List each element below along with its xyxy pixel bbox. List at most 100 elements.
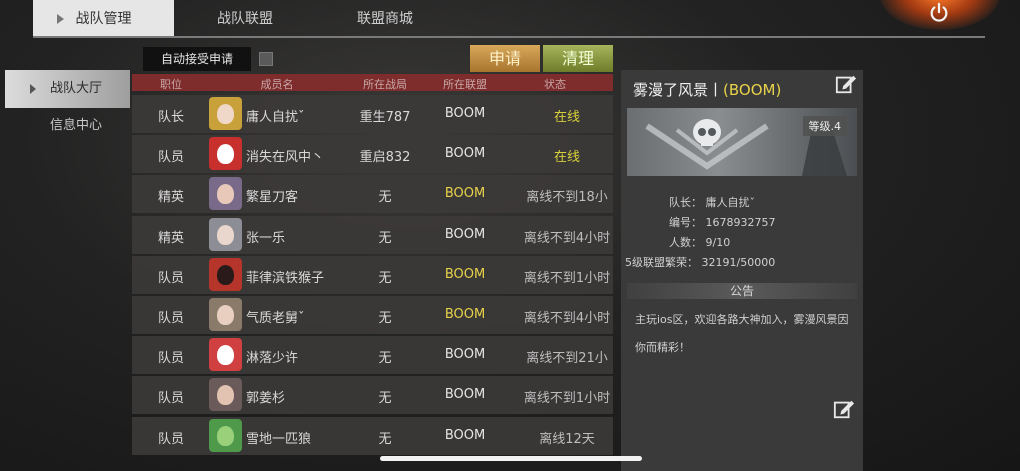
column-header-alliance: 所在联盟 — [443, 78, 487, 91]
avatar-face — [217, 305, 234, 325]
column-header-role: 职位 — [160, 78, 182, 91]
member-count-value: 9/10 — [705, 236, 731, 249]
table-row[interactable]: 队员 气质老舅ˇ 无 BOOM 离线不到4小时 — [132, 296, 613, 334]
edit-icon[interactable] — [835, 73, 857, 95]
member-role: 精英 — [157, 230, 184, 246]
member-status: 离线不到1小时 — [523, 270, 611, 286]
notice-line: 主玩ios区，欢迎各路大神加入，雾漫风景因 — [635, 313, 849, 326]
member-status: 在线 — [553, 110, 580, 125]
avatar[interactable] — [209, 298, 242, 331]
member-status: 离线不到4小时 — [523, 230, 611, 246]
tab-alliance-store[interactable]: 联盟商城 — [330, 0, 440, 36]
power-icon[interactable] — [928, 2, 950, 24]
member-alliance: BOOM — [444, 307, 486, 322]
table-row[interactable]: 队员 菲律滨铁猴子 无 BOOM 离线不到1小时 — [132, 255, 613, 294]
captain-label: 队长： — [669, 196, 702, 209]
member-status: 离线不到18小 — [526, 190, 608, 206]
avatar[interactable] — [209, 217, 242, 251]
avatar-face — [217, 184, 234, 205]
table-row[interactable]: 队员 消失在风中丶 重启832 BOOM 在线 — [132, 135, 613, 174]
team-id-info: 编号： 1678932757 — [621, 214, 776, 230]
member-alliance: BOOM — [444, 347, 486, 363]
avatar-face — [217, 264, 234, 285]
avatar[interactable] — [209, 418, 242, 452]
member-game: 无 — [378, 190, 392, 206]
table-row[interactable]: 队长 庸人自扰ˇ 重生787 BOOM 在线 — [132, 95, 613, 133]
avatar[interactable] — [209, 137, 242, 171]
sidebar-item-label: 战队大厅 — [50, 81, 103, 96]
notice-line: 你而精彩！ — [635, 341, 690, 354]
member-status: 在线 — [553, 150, 580, 166]
column-header-status: 状态 — [544, 78, 566, 91]
table-header: 职位 成员名 所在战局 所在联盟 状态 — [132, 74, 613, 91]
member-name: 消失在风中丶 — [246, 150, 325, 166]
avatar[interactable] — [209, 177, 242, 211]
member-alliance: BOOM — [444, 266, 486, 282]
auto-accept-label: 自动接受申请 — [143, 47, 251, 71]
table-row[interactable]: 队员 雪地一匹狼 无 BOOM 离线12天 — [132, 416, 613, 455]
avatar-face — [217, 144, 234, 165]
tab-team-alliance[interactable]: 战队联盟 — [190, 0, 300, 36]
member-role: 队员 — [157, 270, 184, 286]
member-alliance: BOOM — [444, 106, 486, 121]
sidebar-arrow-icon — [30, 84, 36, 94]
avatar[interactable] — [209, 338, 242, 372]
team-id-label: 编号： — [669, 216, 702, 229]
tab-label: 战队联盟 — [217, 11, 273, 27]
table-row[interactable]: 队员 郭姜杉 无 BOOM 离线不到1小时 — [132, 376, 613, 415]
member-game: 无 — [378, 311, 392, 326]
member-role: 队员 — [157, 311, 184, 326]
team-info-panel: 雾漫了风景丨(BOOM) 等级.4 队长： 庸人自扰ˇ 编号： 16789327… — [621, 70, 863, 471]
avatar-face — [217, 385, 234, 406]
member-status: 离线不到1小时 — [523, 391, 611, 407]
member-alliance: BOOM — [444, 427, 486, 443]
member-role: 队员 — [157, 150, 184, 166]
table-row[interactable]: 队员 淋落少许 无 BOOM 离线不到21小 — [132, 336, 613, 375]
team-name: 雾漫了风景丨 — [633, 81, 724, 99]
auto-accept-checkbox[interactable] — [259, 52, 273, 66]
member-game: 重启832 — [359, 150, 411, 166]
avatar-face — [217, 224, 234, 245]
clean-button[interactable]: 清理 — [543, 45, 613, 72]
team-banner: 等级.4 — [627, 108, 857, 176]
edit-notice-icon[interactable] — [833, 398, 855, 420]
tab-label: 联盟商城 — [357, 11, 413, 27]
member-game: 无 — [378, 431, 392, 447]
home-indicator[interactable] — [380, 456, 642, 461]
avatar-face — [217, 104, 234, 124]
member-role: 精英 — [157, 190, 184, 206]
member-game: 无 — [378, 270, 392, 286]
sidebar-item-info-center[interactable]: 信息中心 — [5, 107, 130, 145]
member-role: 队长 — [157, 110, 184, 125]
member-alliance: BOOM — [444, 186, 486, 202]
member-name: 郭姜杉 — [246, 391, 286, 407]
member-game: 重生787 — [359, 110, 411, 125]
table-row[interactable]: 精英 繁星刀客 无 BOOM 离线不到18小 — [132, 175, 613, 214]
notice-text: 主玩ios区，欢迎各路大神加入，雾漫风景因 你而精彩！ — [635, 306, 857, 362]
member-name: 菲律滨铁猴子 — [246, 270, 325, 286]
member-name: 淋落少许 — [246, 351, 299, 367]
member-role: 队员 — [157, 351, 184, 367]
member-name: 张一乐 — [246, 230, 286, 246]
sidebar-item-team-hall[interactable]: 战队大厅 — [5, 70, 130, 108]
team-id-value: 1678932757 — [705, 216, 776, 229]
member-count-info: 人数： 9/10 — [621, 234, 730, 250]
prosperity-label: 5级联盟繁荣： — [625, 256, 698, 269]
notice-header: 公告 — [627, 283, 857, 299]
prosperity-value: 32191/50000 — [701, 256, 776, 269]
apply-button[interactable]: 申请 — [470, 45, 540, 72]
member-game: 无 — [378, 230, 392, 246]
member-alliance: BOOM — [444, 146, 486, 162]
column-header-game: 所在战局 — [363, 78, 407, 91]
avatar[interactable] — [209, 378, 242, 412]
avatar[interactable] — [209, 97, 242, 130]
member-game: 无 — [378, 391, 392, 407]
avatar[interactable] — [209, 257, 242, 291]
team-level-badge: 等级.4 — [802, 116, 847, 136]
member-game: 无 — [378, 351, 392, 367]
prosperity-info: 5级联盟繁荣： 32191/50000 — [625, 254, 775, 270]
table-row[interactable]: 精英 张一乐 无 BOOM 离线不到4小时 — [132, 215, 613, 254]
column-header-name: 成员名 — [260, 78, 294, 91]
sidebar-item-label: 信息中心 — [50, 118, 103, 133]
tab-team-management[interactable]: 战队管理 — [33, 0, 174, 36]
